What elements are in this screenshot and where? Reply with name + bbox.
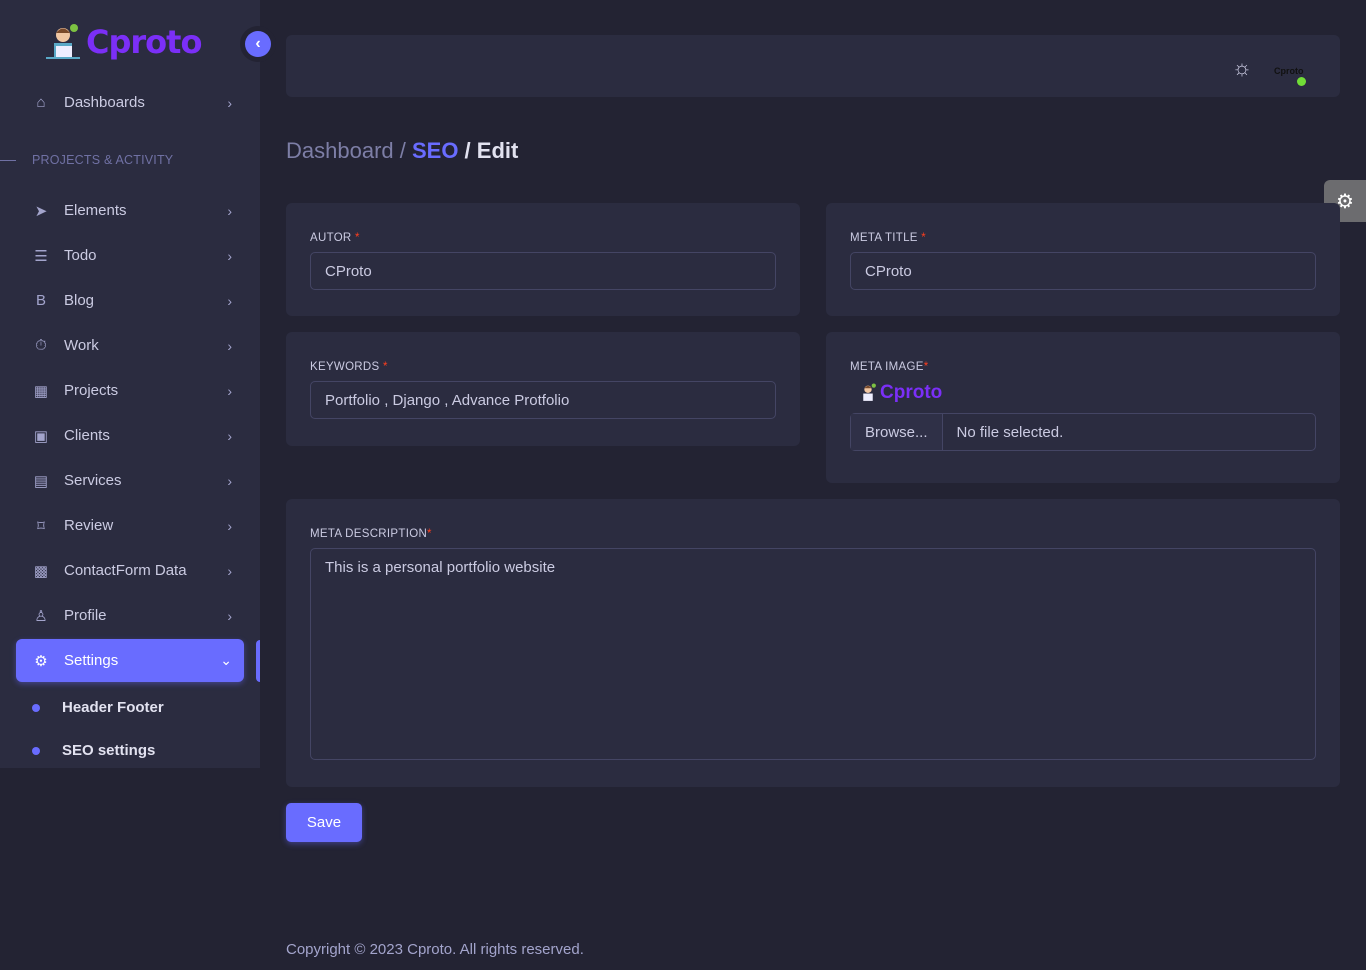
contact-book-icon: ▩ — [33, 562, 49, 580]
sidebar-item-label: Projects — [64, 382, 119, 399]
meta-description-card: META DESCRIPTION* This is a personal por… — [286, 499, 1340, 787]
sidebar-item-label: Blog — [64, 292, 95, 309]
keywords-label: KEYWORDS * — [310, 361, 388, 373]
bookmark-icon: ⌑ — [37, 517, 45, 535]
autor-input[interactable]: CProto — [310, 252, 776, 290]
sidebar-item-label: Settings — [64, 652, 119, 669]
sidebar-item-label: ContactForm Data — [64, 562, 187, 579]
footer-copyright: Copyright © 2023 Cproto. All rights rese… — [286, 941, 584, 958]
meta-title-label: META TITLE * — [850, 232, 927, 244]
divider — [0, 160, 16, 161]
collapse-sidebar-button[interactable]: ‹ — [240, 26, 276, 62]
sidebar-item-clients[interactable]: ▣ Clients › — [16, 414, 244, 457]
chevron-right-icon: › — [227, 94, 232, 111]
chevron-right-icon: › — [227, 562, 232, 579]
sidebar-item-work[interactable]: ⏱ Work › — [16, 324, 244, 367]
sidebar-item-label: Services — [64, 472, 122, 489]
theme-toggle-sun-icon[interactable]: ☼ — [1232, 55, 1252, 81]
meta-description-label: META DESCRIPTION* — [310, 528, 432, 540]
meta-image-preview: Cproto — [858, 381, 1316, 405]
meta-description-textarea[interactable]: This is a personal portfolio website — [310, 548, 1316, 760]
sidebar: Cproto ‹ ⌂ Dashboards › PROJECTS & ACTIV… — [0, 0, 276, 768]
chevron-right-icon: › — [227, 247, 232, 264]
developer-avatar-icon — [863, 383, 876, 401]
sidebar-item-dashboards[interactable]: ⌂ Dashboards › — [16, 81, 244, 124]
chevron-right-icon: › — [227, 517, 232, 534]
user-avatar[interactable]: Cproto — [1274, 52, 1306, 86]
autor-label: AUTOR * — [310, 232, 360, 244]
sidebar-item-review[interactable]: ⌑ Review › — [16, 504, 244, 547]
chevron-right-icon: › — [227, 382, 232, 399]
user-badge-icon: ▣ — [33, 427, 49, 445]
sidebar-item-settings[interactable]: ⚙ Settings ⌄ — [16, 639, 244, 682]
chevron-right-icon: › — [227, 472, 232, 489]
sidebar-item-services[interactable]: ▤ Services › — [16, 459, 244, 502]
sidebar-item-label: Dashboards — [64, 94, 145, 111]
online-status-dot — [1297, 77, 1306, 86]
sidebar-item-contactform-data[interactable]: ▩ ContactForm Data › — [16, 549, 244, 592]
avatar-label: Cproto — [1274, 66, 1304, 76]
sidebar-item-elements[interactable]: ➤ Elements › — [16, 189, 244, 232]
brand-logo[interactable]: Cproto — [44, 22, 202, 62]
meta-image-card: META IMAGE* Cproto Browse... No file sel… — [826, 332, 1340, 483]
bullet-icon — [32, 746, 40, 755]
sidebar-subitem-label: SEO settings — [62, 742, 156, 759]
section-header: PROJECTS & ACTIVITY — [32, 153, 174, 167]
sidebar-subitem-seo-settings[interactable]: SEO settings — [32, 742, 155, 759]
chevron-right-icon: › — [227, 202, 232, 219]
sidebar-item-label: Profile — [64, 607, 107, 624]
briefcase-icon: ▤ — [33, 472, 49, 490]
sidebar-item-label: Review — [64, 517, 114, 534]
top-navbar: ☼ Cproto — [286, 35, 1340, 97]
meta-image-label: META IMAGE* — [850, 361, 929, 373]
bullet-icon — [32, 703, 40, 712]
user-icon: ♙ — [34, 607, 48, 625]
chevron-right-icon: › — [227, 607, 232, 624]
save-button[interactable]: Save — [286, 803, 362, 842]
browse-button[interactable]: Browse... — [851, 414, 943, 450]
calendar-icon: ▦ — [33, 382, 49, 400]
breadcrumb-dashboard[interactable]: Dashboard / — [286, 138, 412, 163]
breadcrumb-seo[interactable]: SEO — [412, 138, 458, 163]
meta-title-input[interactable]: CProto — [850, 252, 1316, 290]
chevron-down-icon: ⌄ — [220, 652, 232, 668]
breadcrumb: Dashboard / SEO / Edit — [286, 138, 518, 164]
sidebar-item-todo[interactable]: ☰ Todo › — [16, 234, 244, 277]
stopwatch-icon: ⏱ — [35, 337, 47, 354]
autor-card: AUTOR * CProto — [286, 203, 800, 316]
gear-icon: ⚙ — [34, 652, 48, 670]
sidebar-item-projects[interactable]: ▦ Projects › — [16, 369, 244, 412]
meta-title-card: META TITLE * CProto — [826, 203, 1340, 316]
sidebar-item-label: Todo — [64, 247, 97, 264]
list-icon: ☰ — [34, 247, 48, 265]
sidebar-item-label: Work — [64, 337, 99, 354]
sidebar-item-profile[interactable]: ♙ Profile › — [16, 594, 244, 637]
sidebar-item-label: Clients — [64, 427, 110, 444]
brand-name: Cproto — [86, 23, 202, 61]
chevron-right-icon: › — [227, 427, 232, 444]
sidebar-subitem-header-footer[interactable]: Header Footer — [32, 699, 164, 716]
sidebar-item-label: Elements — [64, 202, 127, 219]
keywords-input[interactable]: Portfolio , Django , Advance Protfolio — [310, 381, 776, 419]
sidebar-subitem-label: Header Footer — [62, 699, 164, 716]
blogger-icon: B — [35, 292, 46, 309]
send-icon: ➤ — [34, 202, 48, 220]
developer-avatar-icon — [46, 24, 80, 59]
file-name: No file selected. — [956, 423, 1064, 441]
chevron-right-icon: › — [227, 337, 232, 354]
home-icon: ⌂ — [36, 94, 46, 111]
keywords-card: KEYWORDS * Portfolio , Django , Advance … — [286, 332, 800, 446]
active-indicator — [256, 640, 260, 682]
sidebar-item-blog[interactable]: B Blog › — [16, 279, 244, 322]
chevron-right-icon: › — [227, 292, 232, 309]
breadcrumb-edit: / Edit — [458, 138, 519, 163]
chevron-left-icon: ‹ — [245, 31, 271, 57]
meta-image-file-input[interactable]: Browse... No file selected. — [850, 413, 1316, 451]
